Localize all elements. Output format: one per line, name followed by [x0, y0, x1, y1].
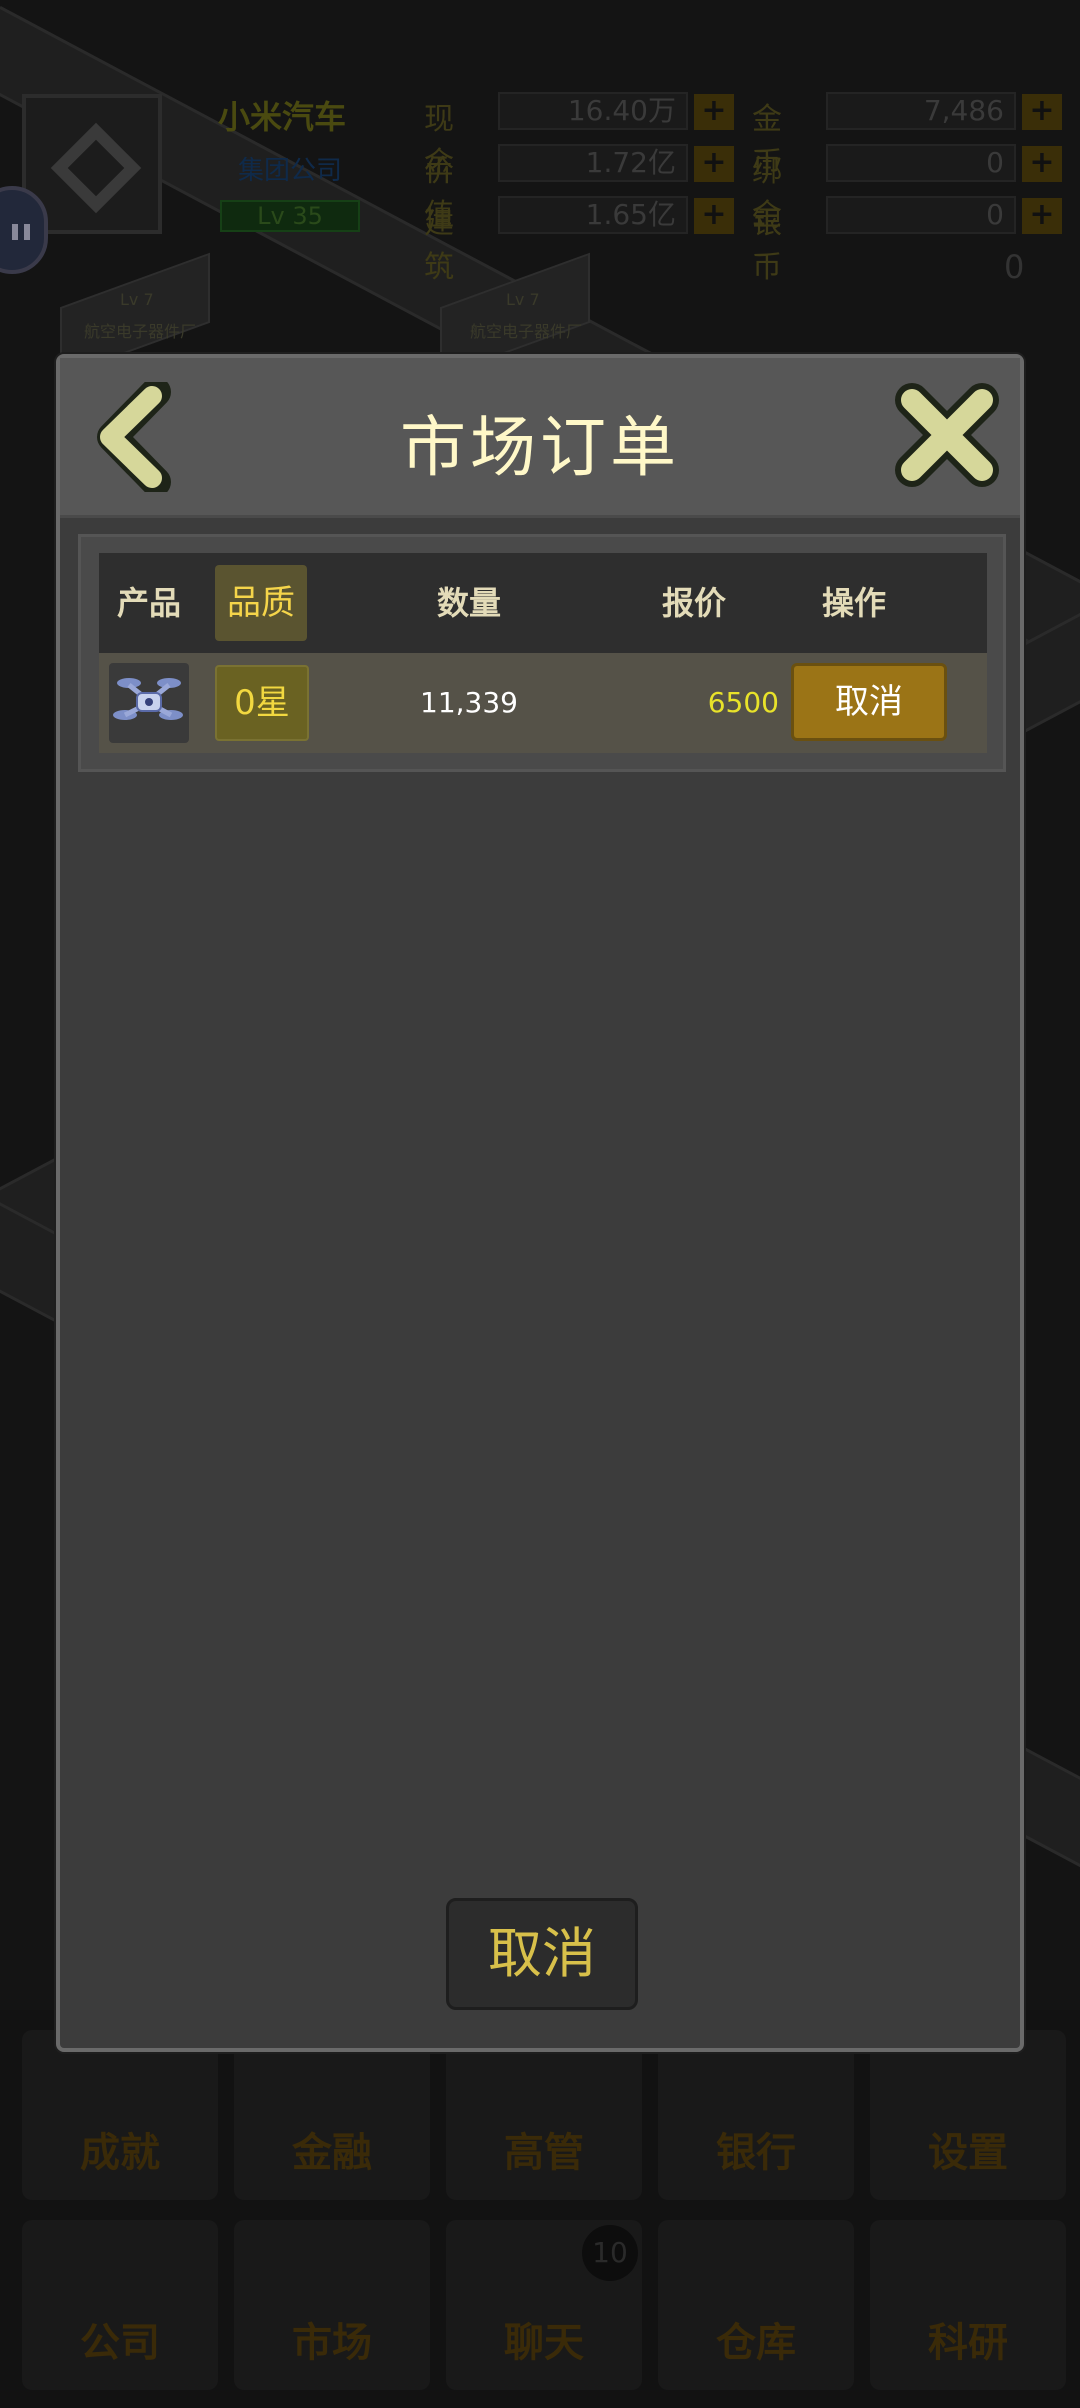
- dialog-header: 市场订单: [60, 358, 1020, 518]
- stat-label: 银币: [752, 206, 782, 285]
- table-header: 产品 品质 数量 报价 操作: [99, 553, 987, 653]
- counter-label: 0: [1004, 248, 1025, 286]
- add-bound-gold-button[interactable]: +: [1022, 146, 1062, 182]
- drone-icon: [109, 663, 189, 743]
- stat-label: 建筑: [424, 206, 454, 285]
- table-row: 0星 11,339 6500 取消: [99, 653, 987, 753]
- level-badge: Lv 35: [220, 200, 360, 232]
- nav-market[interactable]: 市场: [234, 2220, 430, 2390]
- cancel-button[interactable]: 取消: [446, 1898, 638, 2010]
- stat-value: 0: [826, 144, 1016, 182]
- bottom-navigation: 成就 金融 高管 银行 设置 公司 市场 聊天 仓库 科研: [0, 2010, 1080, 2408]
- nav-achievements[interactable]: 成就: [22, 2030, 218, 2200]
- market-orders-dialog: 市场订单 产品 品质 数量 报价 操作 0星 11,339 6500 取消 取消: [56, 354, 1024, 2052]
- add-worth-button[interactable]: +: [694, 146, 734, 182]
- close-button[interactable]: [894, 382, 1000, 488]
- col-price: 报价: [661, 584, 726, 622]
- logo-diamond-icon: [50, 122, 142, 214]
- add-gold-button[interactable]: +: [1022, 94, 1062, 130]
- stat-value: 7,486: [826, 92, 1016, 130]
- nav-warehouse[interactable]: 仓库: [658, 2220, 854, 2390]
- col-quantity: 数量: [436, 584, 501, 622]
- stat-value: 0: [826, 196, 1016, 234]
- stat-value: 16.40万: [498, 92, 688, 130]
- add-cash-button[interactable]: +: [694, 94, 734, 130]
- col-product: 产品: [116, 584, 181, 622]
- chat-unread-badge: 10: [582, 2225, 638, 2281]
- nav-company[interactable]: 公司: [22, 2220, 218, 2390]
- nav-research[interactable]: 科研: [870, 2220, 1066, 2390]
- nav-finance[interactable]: 金融: [234, 2030, 430, 2200]
- col-quality[interactable]: 品质: [215, 565, 307, 641]
- company-type: 集团公司: [238, 156, 343, 186]
- quality-badge: 0星: [215, 665, 309, 741]
- building-name-label: 航空电子器件厂: [84, 322, 197, 341]
- col-action: 操作: [821, 584, 886, 622]
- stat-value: 1.72亿: [498, 144, 688, 182]
- building-name-label: 航空电子器件厂: [470, 322, 583, 341]
- add-silver-button[interactable]: +: [1022, 198, 1062, 234]
- company-name: 小米汽车: [218, 98, 347, 136]
- player-top-bar: 小米汽车 集团公司 Lv 35 现金 16.40万 + 价值 1.72亿 + 建…: [0, 70, 1080, 286]
- order-price: 6500: [707, 686, 779, 719]
- dialog-title: 市场订单: [400, 409, 680, 486]
- building-level-label: Lv 7: [506, 290, 540, 309]
- order-quantity: 11,339: [420, 686, 518, 719]
- add-buildings-button[interactable]: +: [694, 198, 734, 234]
- nav-settings[interactable]: 设置: [870, 2030, 1066, 2200]
- nav-executives[interactable]: 高管: [446, 2030, 642, 2200]
- building-level-label: Lv 7: [120, 290, 154, 309]
- close-icon: [895, 383, 999, 487]
- orders-table: 产品 品质 数量 报价 操作 0星 11,339 6500 取消: [78, 534, 1006, 772]
- cancel-order-button[interactable]: 取消: [791, 663, 947, 741]
- nav-bank[interactable]: 银行: [658, 2030, 854, 2200]
- stat-value: 1.65亿: [498, 196, 688, 234]
